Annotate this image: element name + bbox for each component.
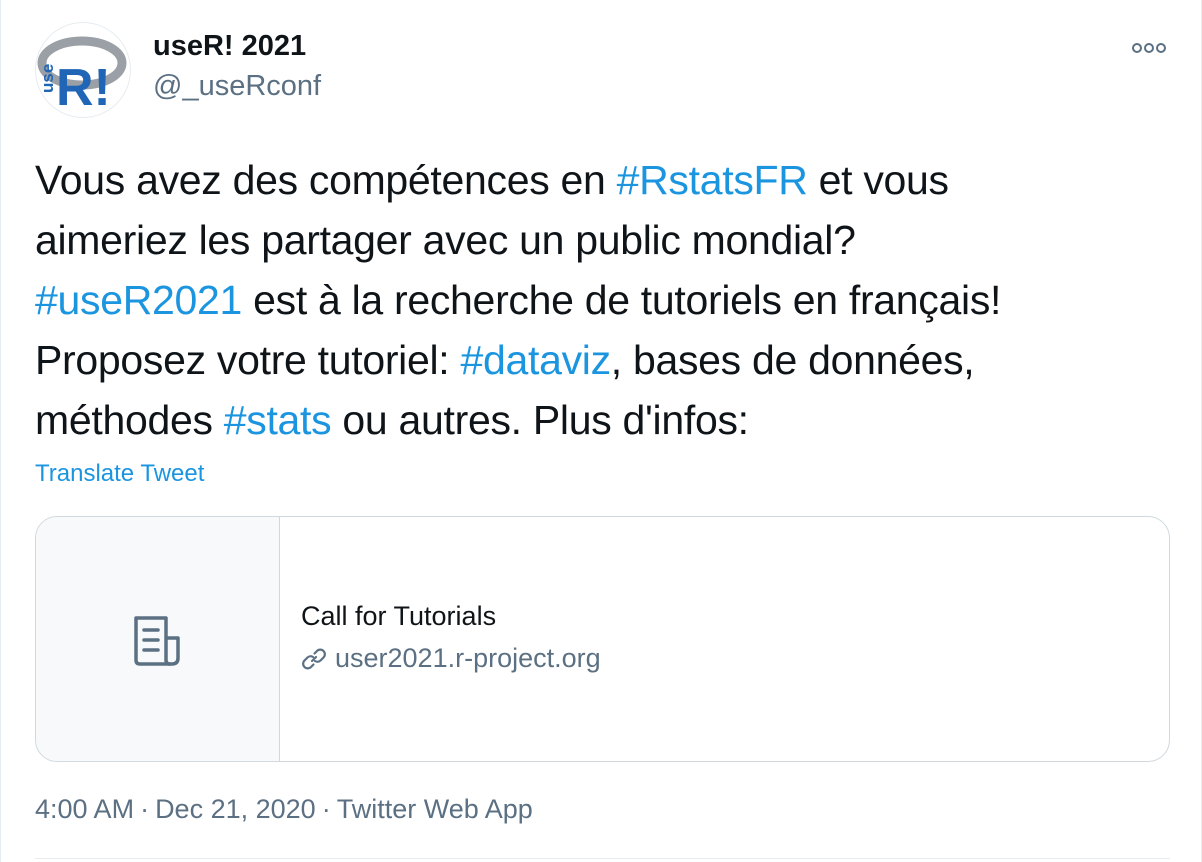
author-handle[interactable]: @_useRconf: [153, 70, 321, 103]
tweet-text: Vous avez des compétences en #RstatsFR e…: [35, 150, 1145, 450]
avatar-logo-text: R!: [56, 59, 111, 117]
tweet-text-segment: est à la recherche de tutoriels en franç…: [242, 277, 1002, 323]
tweet-text-line: Proposez votre tutoriel: #dataviz, bases…: [35, 330, 1145, 390]
tweet-text-segment: méthodes: [35, 397, 224, 443]
card-thumbnail: [36, 517, 280, 761]
tweet-text-segment: Vous avez des compétences en: [35, 157, 617, 203]
meta-separator: ·: [321, 794, 331, 824]
divider: [35, 858, 1170, 859]
tweet-text-segment: , bases de données,: [610, 337, 975, 383]
card-url-text: user2021.r-project.org: [335, 643, 601, 673]
tweet-text-line: Vous avez des compétences en #RstatsFR e…: [35, 150, 1145, 210]
meta-separator: ·: [140, 794, 150, 824]
link-card[interactable]: Call for Tutorials user2021.r-project.or…: [35, 516, 1170, 762]
card-url: user2021.r-project.org: [301, 643, 601, 674]
tweet-text-line: méthodes #stats ou autres. Plus d'infos:: [35, 390, 1145, 450]
avatar-logo-prefix: use: [38, 64, 57, 93]
tweet-meta: 4:00 AM · Dec 21, 2020 · Twitter Web App: [35, 794, 533, 825]
translate-tweet-link[interactable]: Translate Tweet: [35, 460, 204, 488]
document-icon: [134, 616, 180, 666]
tweet-source[interactable]: Twitter Web App: [337, 794, 533, 824]
user-r-logo-icon: R! use: [37, 36, 127, 117]
tweet-text-segment: Proposez votre tutoriel:: [35, 337, 461, 383]
hashtag-link[interactable]: #dataviz: [460, 337, 611, 383]
more-options-icon: [1132, 43, 1166, 53]
tweet-text-line: #useR2021 est à la recherche de tutoriel…: [35, 270, 1145, 330]
tweet-text-line: aimeriez les partager avec un public mon…: [35, 210, 1145, 270]
tweet-text-segment: aimeriez les partager avec un public mon…: [35, 217, 856, 263]
tweet-text-segment: ou autres. Plus d'infos:: [331, 397, 749, 443]
hashtag-link[interactable]: #RstatsFR: [617, 157, 808, 203]
avatar[interactable]: R! use: [35, 22, 131, 118]
link-icon: [302, 648, 326, 669]
tweet-date[interactable]: Dec 21, 2020: [155, 794, 316, 824]
author-display-name[interactable]: useR! 2021: [153, 30, 306, 63]
tweet: R! use useR! 2021 @_useRconf Vous avez d…: [0, 0, 1202, 862]
tweet-time[interactable]: 4:00 AM: [35, 794, 134, 824]
card-title: Call for Tutorials: [301, 601, 497, 631]
hashtag-link[interactable]: #stats: [224, 397, 332, 443]
more-options-button[interactable]: [1129, 34, 1169, 62]
tweet-text-segment: et vous: [807, 157, 949, 203]
hashtag-link[interactable]: #useR2021: [35, 277, 242, 323]
